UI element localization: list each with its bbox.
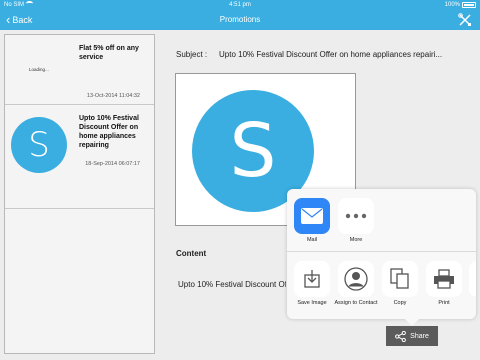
share-button-label: Share: [410, 332, 429, 340]
share-copy[interactable]: Copy: [378, 261, 422, 306]
share-item-label: Save Image: [297, 300, 327, 306]
share-icon: [395, 330, 407, 342]
battery-icon: [462, 2, 476, 8]
list-item[interactable]: S Upto 10% Festival Discount Offer on ho…: [5, 105, 154, 209]
contact-icon: [338, 261, 374, 297]
extra-share-icon: [469, 261, 476, 297]
share-item-label: More: [349, 237, 363, 243]
more-icon: [338, 198, 374, 234]
subject-label: Subject :: [176, 50, 208, 59]
promotion-date: 18-Sep-2014 06:07:17: [85, 161, 140, 167]
share-print[interactable]: Print: [422, 261, 466, 306]
share-sheet-pointer: [405, 319, 419, 326]
clock: 4:51 pm: [229, 2, 251, 8]
share-save-image[interactable]: Save Image: [290, 261, 334, 306]
copy-icon: [382, 261, 418, 297]
share-item-label: Assign to Contact: [334, 300, 378, 306]
share-mail[interactable]: Mail: [290, 198, 334, 243]
share-item-label: Copy: [393, 300, 407, 306]
promotion-title: Flat 5% off on any service: [79, 45, 139, 61]
share-item-label: Mail: [306, 237, 318, 243]
promotion-date: 13-Oct-2014 11:04:32: [86, 93, 140, 99]
thumbnail-loading: Loading...: [29, 67, 49, 72]
tools-icon[interactable]: [458, 13, 472, 27]
share-sheet: Mail More Save Image Assign to Contact C…: [287, 189, 476, 319]
content-text: Upto 10% Festival Discount Offer on home…: [178, 280, 286, 289]
share-button[interactable]: Share: [386, 326, 438, 346]
promotion-thumbnail: S: [11, 117, 67, 173]
battery-status: 100%: [445, 0, 476, 10]
print-icon: [426, 261, 462, 297]
promotions-list: Loading... Flat 5% off on any service 13…: [4, 34, 155, 354]
content-heading: Content: [176, 249, 207, 258]
battery-percent: 100%: [444, 2, 460, 8]
share-row-divider: [287, 251, 476, 252]
page-title: Promotions: [219, 15, 261, 24]
share-item-label: Print: [438, 300, 450, 306]
list-item[interactable]: Loading... Flat 5% off on any service 13…: [5, 35, 154, 105]
share-partial-item[interactable]: [466, 261, 476, 297]
save-image-icon: [294, 261, 330, 297]
promotion-title: Upto 10% Festival Discount Offer on home…: [79, 115, 139, 149]
share-assign-contact[interactable]: Assign to Contact: [334, 261, 378, 306]
navigation-bar: ‹ Back Promotions: [0, 10, 480, 30]
mail-icon: [294, 198, 330, 234]
status-bar: No SIM 4:51 pm 100%: [0, 0, 480, 10]
share-more[interactable]: More: [334, 198, 378, 243]
subject-value: Upto 10% Festival Discount Offer on home…: [219, 50, 443, 59]
